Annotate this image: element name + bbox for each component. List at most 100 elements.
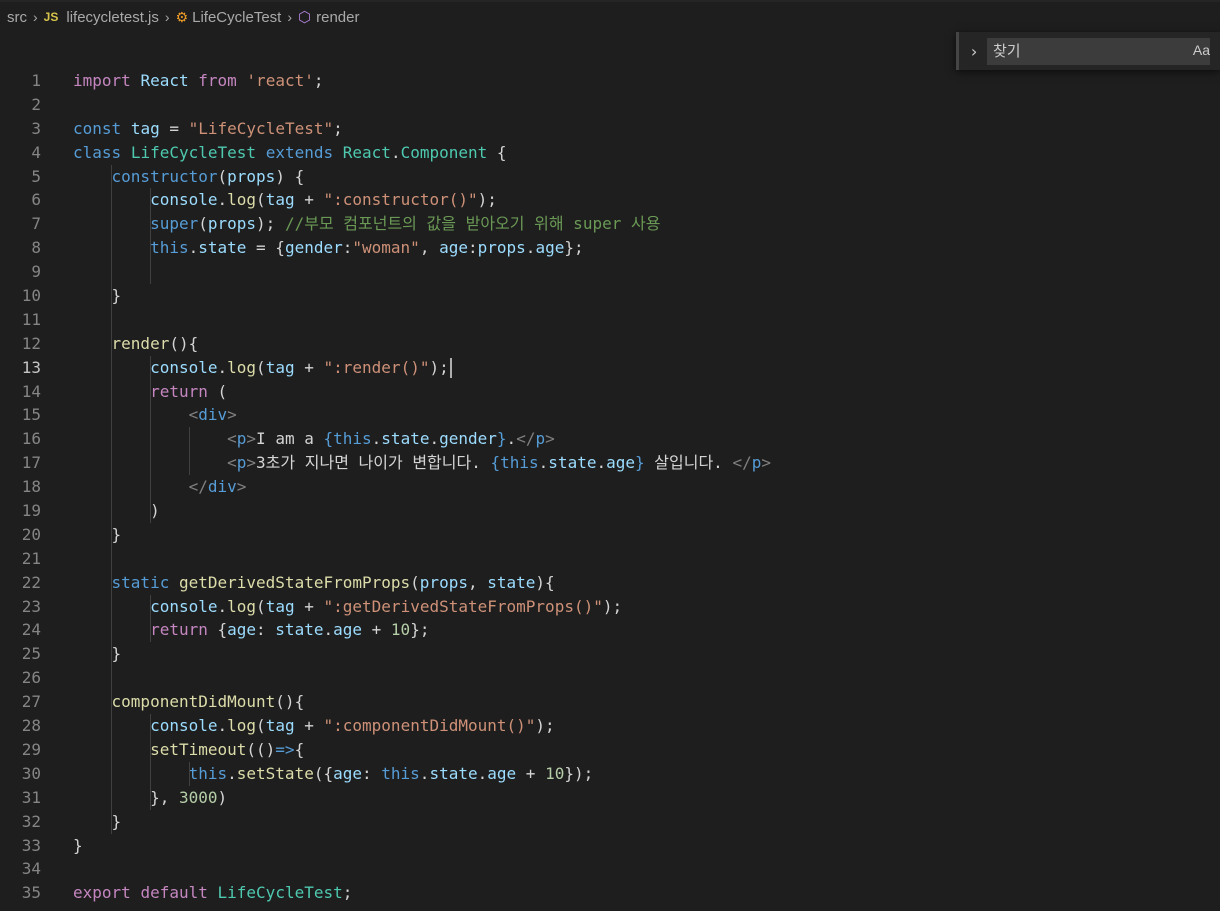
code-token: . xyxy=(217,716,228,736)
code-line[interactable]: 32 } xyxy=(0,809,1220,834)
code-line[interactable]: 5 constructor(props) { xyxy=(0,164,1220,189)
code-line[interactable]: 8 this.state = {gender:"woman", age:prop… xyxy=(0,236,1220,261)
code-line[interactable]: 25 } xyxy=(0,642,1220,667)
code-line[interactable]: 20 } xyxy=(0,522,1220,547)
code-line[interactable]: 31 }, 3000) xyxy=(0,785,1220,810)
indent-guide xyxy=(150,451,151,476)
code-token: . xyxy=(323,620,334,640)
indent-guide xyxy=(111,737,112,762)
line-number: 23 xyxy=(21,596,41,616)
code-line[interactable]: 18 </div> xyxy=(0,475,1220,500)
code-token: , xyxy=(467,572,488,592)
code-token: log xyxy=(227,596,257,616)
breadcrumb-src[interactable]: src xyxy=(7,9,27,26)
line-number: 26 xyxy=(21,668,41,688)
code-token: constructor xyxy=(111,166,218,186)
code-line[interactable]: 23 console.log(tag + ":getDerivedStateFr… xyxy=(0,594,1220,619)
code-line[interactable]: 3 const tag = "LifeCycleTest"; xyxy=(0,117,1220,141)
code-token: age xyxy=(333,763,362,783)
code-token: ); xyxy=(256,214,285,234)
code-text: console.log(tag + ":constructor()"); xyxy=(73,188,497,212)
code-token: this xyxy=(500,453,539,473)
code-line[interactable]: 19 ) xyxy=(0,499,1220,523)
code-text: } xyxy=(73,523,122,547)
code-text: super(props); //부모 컴포넌트의 값을 받아오기 위해 supe… xyxy=(73,212,660,236)
code-token: { xyxy=(188,333,199,353)
code-line[interactable]: 29 setTimeout(()=>{ xyxy=(0,737,1220,762)
code-line[interactable]: 4 class LifeCycleTest extends React.Compo… xyxy=(0,141,1220,165)
match-case-toggle[interactable]: Aa xyxy=(1193,42,1210,58)
text-cursor xyxy=(449,358,452,379)
code-line[interactable]: 21 xyxy=(0,546,1220,571)
code-line[interactable]: 11 xyxy=(0,307,1220,332)
indent-guide xyxy=(111,284,112,308)
code-text: this.setState({age: this.state.age + 10}… xyxy=(73,762,594,786)
indent-guide xyxy=(111,594,112,619)
code-token: } xyxy=(111,524,122,544)
code-token: React xyxy=(342,142,391,162)
code-token: age xyxy=(227,620,257,640)
indent-guide xyxy=(150,188,151,213)
code-token: ); xyxy=(477,190,497,210)
code-line[interactable]: 7 super(props); //부모 컴포넌트의 값을 받아오기 위해 su… xyxy=(0,212,1220,237)
code-token: div xyxy=(207,477,237,497)
find-input[interactable] xyxy=(987,37,1210,65)
indent-guide xyxy=(150,379,151,404)
code-line[interactable]: 1 import React from 'react'; xyxy=(0,69,1220,93)
code-line[interactable]: 6 console.log(tag + ":constructor()"); xyxy=(0,188,1220,213)
code-line[interactable]: 28 console.log(tag + ":componentDidMount… xyxy=(0,714,1220,738)
code-line[interactable]: 27 componentDidMount(){ xyxy=(0,690,1220,715)
code-line[interactable]: 35 export default LifeCycleTest; xyxy=(0,881,1220,905)
code-line[interactable]: 17 <p>3초가 지나면 나이가 변합니다. {this.state.age}… xyxy=(0,451,1220,476)
code-token: age xyxy=(535,238,565,258)
line-number: 9 xyxy=(31,262,41,282)
code-line[interactable]: 12 render(){ xyxy=(0,331,1220,356)
code-editor[interactable]: 1 import React from 'react'; 2 3 const tag =… xyxy=(0,69,1220,905)
breadcrumb-file[interactable]: JS lifecycletest.js xyxy=(44,9,159,26)
code-token: export xyxy=(73,883,131,903)
code-line[interactable]: 34 xyxy=(0,857,1220,881)
code-token: . xyxy=(188,238,199,258)
code-line[interactable]: 15 <div> xyxy=(0,403,1220,428)
line-number: 18 xyxy=(21,477,41,497)
code-token: setTimeout xyxy=(150,739,247,759)
code-token: "woman" xyxy=(352,238,420,258)
code-line[interactable]: 33} xyxy=(0,834,1220,858)
indent-guide xyxy=(150,475,151,500)
find-widget: › Aa xyxy=(956,32,1220,70)
indent-guide xyxy=(111,379,112,404)
code-line[interactable]: 2 xyxy=(0,93,1220,117)
code-line[interactable]: 16 <p>I am a {this.state.gender}.</p> xyxy=(0,427,1220,452)
code-line[interactable]: 9 xyxy=(0,260,1220,285)
code-token: p xyxy=(535,429,546,449)
code-line[interactable]: 10 } xyxy=(0,284,1220,308)
breadcrumb-class[interactable]: ⚙ LifeCycleTest xyxy=(176,9,282,26)
code-token: : xyxy=(342,238,353,258)
indent-guide xyxy=(111,260,112,285)
code-token: + xyxy=(294,716,324,736)
code-line[interactable]: 14 return ( xyxy=(0,379,1220,404)
code-line[interactable]: 22 static getDerivedStateFromProps(props… xyxy=(0,570,1220,595)
indent-guide xyxy=(150,785,151,810)
indent-guide xyxy=(150,594,151,619)
code-line[interactable]: 26 xyxy=(0,666,1220,691)
code-line[interactable]: 13 console.log(tag + ":render()"); xyxy=(0,355,1220,380)
breadcrumb-method[interactable]: ⬡ render xyxy=(298,8,359,27)
toggle-replace-chevron-icon[interactable]: › xyxy=(963,42,985,61)
code-line[interactable]: 24 return {age: state.age + 10}; xyxy=(0,618,1220,643)
code-token: tag xyxy=(265,716,295,736)
method-cube-icon: ⬡ xyxy=(298,9,312,26)
code-line[interactable]: 30 this.setState({age: this.state.age + … xyxy=(0,761,1220,786)
code-token: setState xyxy=(236,763,314,783)
code-token: }); xyxy=(564,763,594,783)
code-token: . xyxy=(390,142,401,162)
code-token: (){ xyxy=(275,692,305,712)
code-token: gender xyxy=(284,238,343,258)
indent-guide xyxy=(111,212,112,237)
code-token: super xyxy=(150,214,199,234)
code-token: }, xyxy=(73,787,179,807)
code-token: ) { xyxy=(275,166,305,186)
